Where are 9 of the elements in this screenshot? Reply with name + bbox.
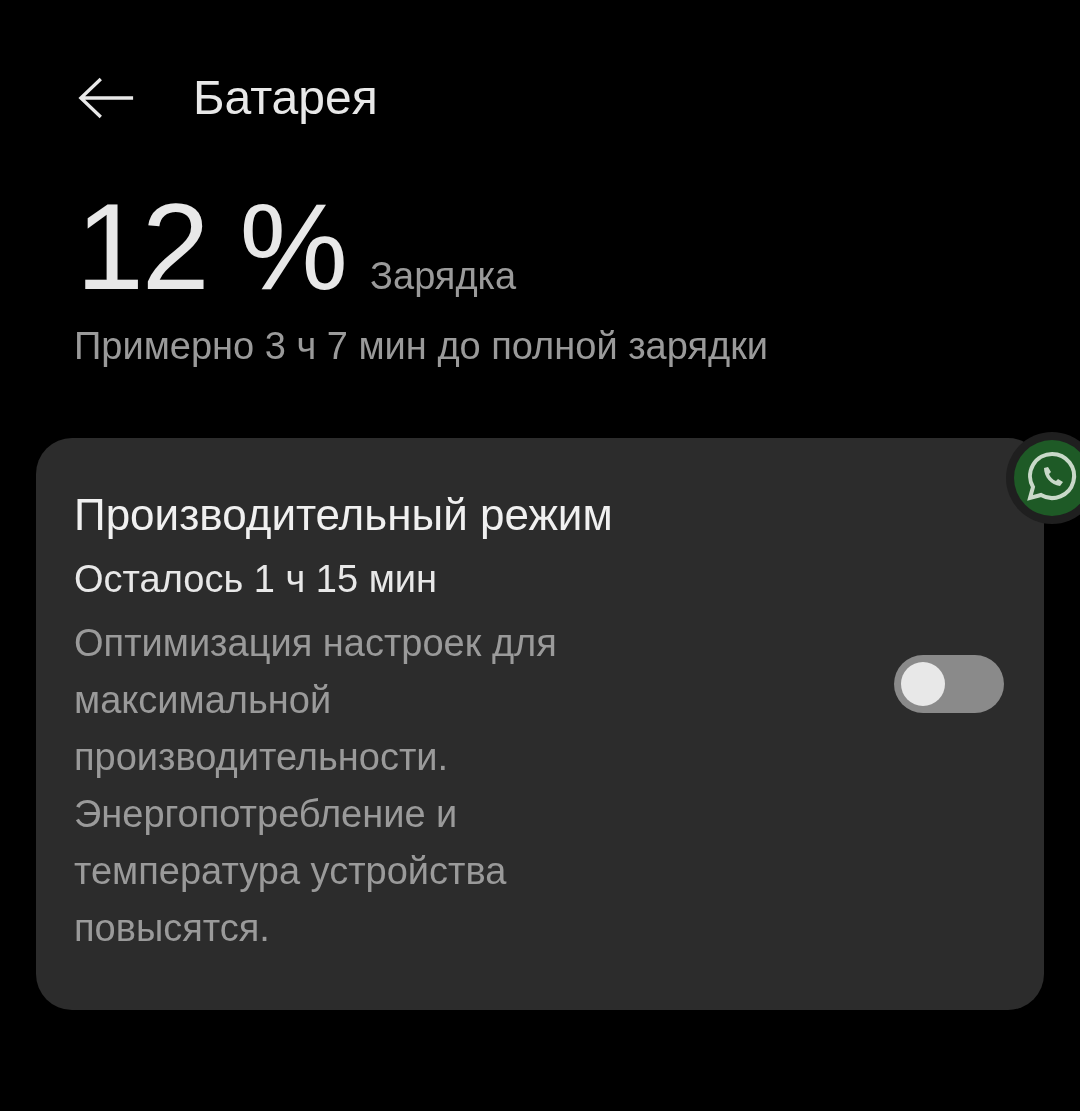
battery-percent: 12 % — [76, 183, 347, 312]
card-title: Производительный режим — [74, 490, 614, 541]
page-title: Батарея — [193, 70, 378, 125]
card-description: Оптимизация настроек для максимальной производительности. Энергопотребление и температура устройства повысятся. — [74, 621, 558, 952]
chat-bubble-icon[interactable] — [1004, 430, 1080, 526]
charging-status: Зарядка — [370, 255, 517, 298]
back-icon[interactable] — [78, 75, 135, 120]
remaining-time: Осталось 1 ч 15 мин — [74, 558, 438, 602]
charge-estimate: Примерно 3 ч 7 мин до полной зарядки — [73, 325, 770, 369]
